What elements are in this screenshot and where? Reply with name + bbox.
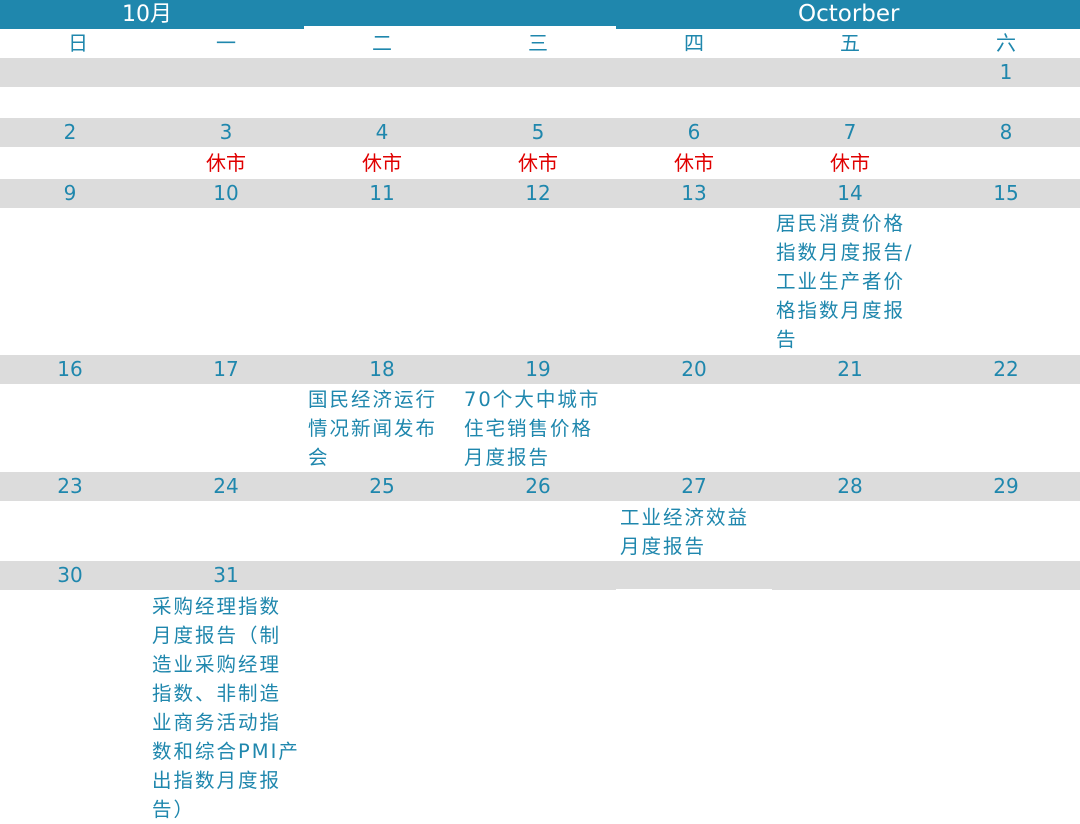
day-24[interactable]: 24 (148, 472, 304, 501)
holiday-label: 休市 (518, 151, 558, 175)
day-15[interactable]: 15 (928, 179, 1080, 208)
day-18[interactable]: 18 (304, 355, 460, 384)
day-5[interactable]: 5 (460, 118, 616, 147)
day-22[interactable]: 22 (928, 355, 1080, 384)
day-2[interactable]: 2 (0, 118, 148, 147)
weekday-fri: 五 (840, 31, 860, 55)
day-30[interactable]: 30 (0, 561, 148, 590)
month-title-cn: 10月 (122, 2, 172, 27)
day-14[interactable]: 14 (772, 179, 928, 208)
month-header-right: Octorber (616, 0, 1080, 29)
day-3[interactable]: 3 (148, 118, 304, 147)
weekday-tue: 二 (372, 31, 392, 55)
weekday-sun: 日 (68, 31, 88, 55)
event-housing-price-report[interactable]: 70个大中城市住宅销售价格月度报告 (464, 385, 614, 472)
day-4[interactable]: 4 (304, 118, 460, 147)
day-16[interactable]: 16 (0, 355, 148, 384)
month-header-mid (304, 0, 616, 26)
day-29[interactable]: 29 (928, 472, 1080, 501)
weekday-wed: 三 (528, 31, 548, 55)
month-header-left: 10月 (0, 0, 304, 29)
event-pmi-report[interactable]: 采购经理指数月度报告（制造业采购经理指数、非制造业商务活动指数和综合PMI产出指… (152, 592, 302, 824)
event-economy-press-conference[interactable]: 国民经济运行情况新闻发布会 (308, 385, 458, 472)
weekday-thu: 四 (684, 31, 704, 55)
day-27[interactable]: 27 (616, 472, 772, 501)
holiday-label: 休市 (674, 151, 714, 175)
day-26[interactable]: 26 (460, 472, 616, 501)
day-31[interactable]: 31 (148, 561, 304, 590)
weekday-mon: 一 (216, 31, 236, 55)
day-28[interactable]: 28 (772, 472, 928, 501)
holiday-label: 休市 (830, 151, 870, 175)
day-12[interactable]: 12 (460, 179, 616, 208)
day-19[interactable]: 19 (460, 355, 616, 384)
day-8[interactable]: 8 (928, 118, 1080, 147)
day-6[interactable]: 6 (616, 118, 772, 147)
day-20[interactable]: 20 (616, 355, 772, 384)
event-cpi-ppi-report[interactable]: 居民消费价格指数月度报告/工业生产者价格指数月度报告 (776, 209, 926, 354)
day-11[interactable]: 11 (304, 179, 460, 208)
weekday-sat: 六 (996, 31, 1016, 55)
day-1[interactable]: 1 (928, 58, 1080, 87)
day-25[interactable]: 25 (304, 472, 460, 501)
month-title-en: Octorber (798, 1, 900, 27)
day-10[interactable]: 10 (148, 179, 304, 208)
day-17[interactable]: 17 (148, 355, 304, 384)
weekday-row: 日 一 二 三 四 五 六 (0, 29, 1080, 58)
cell-divider (616, 589, 772, 592)
day-7[interactable]: 7 (772, 118, 928, 147)
day-9[interactable]: 9 (0, 179, 148, 208)
holiday-label: 休市 (206, 151, 246, 175)
day-13[interactable]: 13 (616, 179, 772, 208)
day-21[interactable]: 21 (772, 355, 928, 384)
week-band-1 (0, 58, 1080, 87)
event-industrial-profit-report[interactable]: 工业经济效益月度报告 (620, 503, 770, 561)
holiday-label: 休市 (362, 151, 402, 175)
day-23[interactable]: 23 (0, 472, 148, 501)
